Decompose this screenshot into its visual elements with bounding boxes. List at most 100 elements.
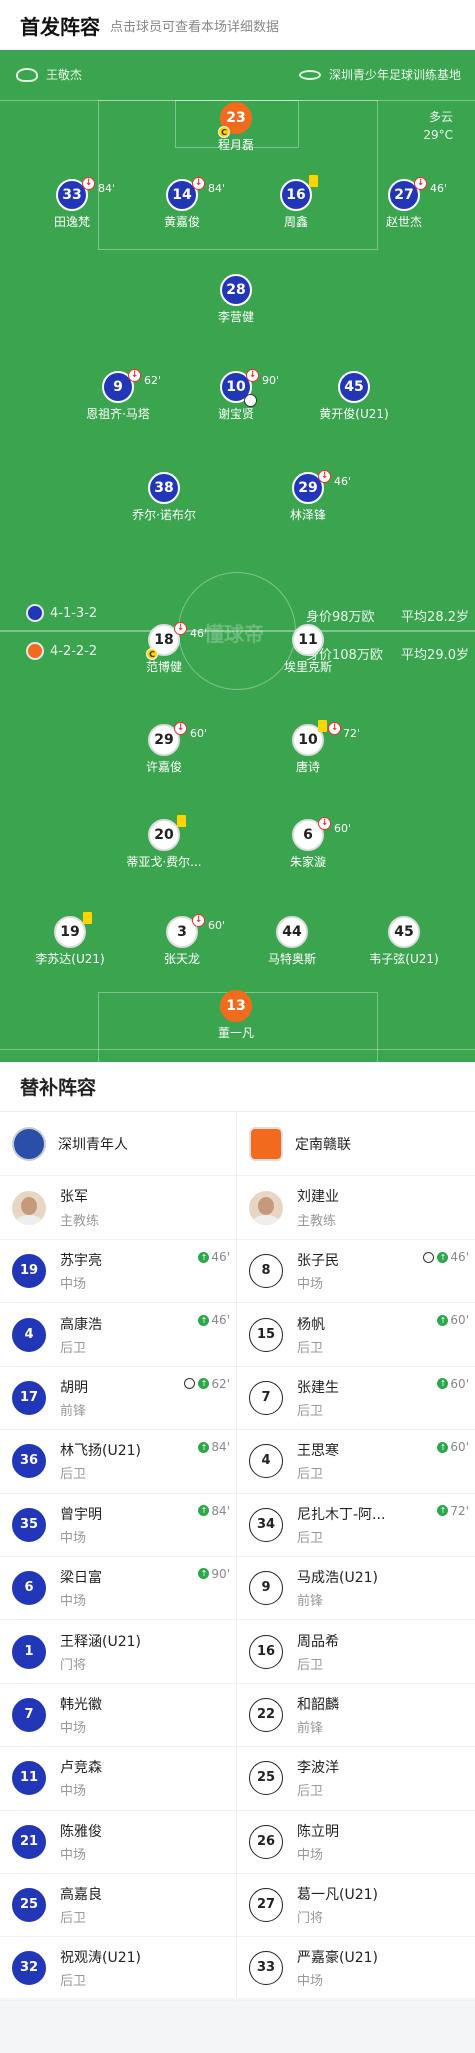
whistle-icon [16, 67, 38, 82]
away-player[interactable]: 11 埃里克斯 [258, 624, 358, 675]
away-player[interactable]: 10 ↓ 72' 唐诗 [258, 720, 360, 775]
player-number-text: 23 [226, 110, 246, 126]
referee: 王敬杰 [16, 66, 82, 83]
sub-row[interactable]: 33 严嘉豪(U21) 中场 [237, 1937, 475, 2001]
sub-position: 后卫 [60, 1467, 87, 1483]
away-player[interactable]: 20 蒂亚戈·费尔... [114, 815, 214, 870]
sub-number: 4 [249, 1444, 283, 1479]
home-player[interactable]: 33 ↓ 84' 田逸梵 [22, 177, 122, 230]
away-player[interactable]: 29 ↓ 60' 许嘉俊 [114, 722, 214, 775]
player-name: 李营健 [217, 310, 254, 324]
sub-row[interactable]: 22 和韶麟 前锋 [237, 1684, 475, 1748]
sub-name: 卢竞森 [60, 1760, 102, 1777]
sub-row[interactable]: 9 马成浩(U21) 前锋 [237, 1557, 475, 1621]
sub-out-icon: ↓ [82, 177, 95, 190]
sub-row[interactable]: 15 杨帆 后卫 ↑ 60' [237, 1303, 475, 1367]
sub-row[interactable]: 4 王思寒 后卫 ↑ 60' [237, 1430, 475, 1494]
player-number: 16 [280, 175, 318, 211]
sub-position: 中场 [60, 1847, 87, 1863]
lineup-header: 首发阵容 点击球员可查看本场详细数据 [0, 0, 475, 50]
home-player[interactable]: 9 ↓ 62' 恩祖齐·马塔 [68, 369, 168, 422]
sub-position: 中场 [60, 1784, 87, 1800]
away-player[interactable]: 19 李苏达(U21) [20, 912, 120, 967]
sub-row[interactable]: 11 卢竞森 中场 [0, 1747, 236, 1811]
sub-row[interactable]: 36 林飞扬(U21) 后卫 ↑ 84' [0, 1430, 236, 1494]
sub-row[interactable]: 4 高康浩 后卫 ↑ 46' [0, 1303, 236, 1367]
sub-row[interactable]: 7 张建生 后卫 ↑ 60' [237, 1367, 475, 1431]
player-name: 谢宝贤 [217, 407, 254, 421]
sub-row[interactable]: 1 王释涵(U21) 门将 [0, 1620, 236, 1684]
home-player[interactable]: 45 黄开俊(U21) [304, 371, 404, 422]
yellow-card-icon [83, 912, 92, 924]
sub-row[interactable]: 8 张子民 中场 ↑ 46' [237, 1240, 475, 1304]
player-number-text: 28 [226, 282, 246, 298]
sub-position: 后卫 [297, 1530, 324, 1546]
sub-in-time: 60' [450, 1376, 469, 1391]
player-number: 45 [388, 916, 420, 948]
sub-in-time: 90' [211, 1566, 230, 1581]
away-team-row[interactable]: 定南赣联 [237, 1112, 475, 1176]
sub-row[interactable]: 6 梁日富 中场 ↑ 90' [0, 1557, 236, 1621]
sub-row[interactable]: 27 葛一凡(U21) 门将 [237, 1874, 475, 1938]
sub-row[interactable]: 26 陈立明 中场 [237, 1811, 475, 1874]
home-player[interactable]: 16 周鑫 [246, 175, 346, 230]
sub-row[interactable]: 17 胡明 前锋 ↑ 62' [0, 1367, 236, 1431]
away-player[interactable]: 18 ↓ 46' C 范博健 [114, 622, 214, 675]
away-player[interactable]: 13 董一凡 [186, 990, 286, 1041]
sub-row[interactable]: 7 韩光徽 中场 [0, 1684, 236, 1748]
sub-row[interactable]: 25 李波洋 后卫 [237, 1747, 475, 1811]
player-name: 田逸梵 [53, 215, 90, 229]
sub-in-info: ↑ 60' [437, 1440, 469, 1454]
yellow-card-icon [318, 720, 327, 732]
sub-position: 后卫 [60, 1974, 87, 1990]
sub-name: 苏宇亮 [60, 1253, 102, 1270]
sub-number: 1 [12, 1634, 46, 1669]
away-player[interactable]: 44 马特奥斯 [242, 916, 342, 967]
sub-out-icon: ↓ [246, 369, 259, 382]
home-coach[interactable]: 张军 主教练 [0, 1176, 236, 1240]
sub-row[interactable]: 35 曾宇明 中场 ↑ 84' [0, 1494, 236, 1557]
home-player[interactable]: 14 ↓ 84' 黄嘉俊 [132, 177, 232, 230]
home-team-row[interactable]: 深圳青年人 [0, 1112, 236, 1176]
sub-name: 高嘉良 [60, 1887, 102, 1904]
sub-row[interactable]: 21 陈雅俊 中场 [0, 1811, 236, 1874]
sub-in-time: 60' [450, 1440, 469, 1455]
away-team-stats: 4-2-2-2 身价108万欧 平均29.0岁 [0, 640, 475, 664]
sub-row[interactable]: 16 周品希 后卫 [237, 1620, 475, 1684]
home-player[interactable]: 28 李营健 [186, 274, 286, 325]
home-player[interactable]: 10 ↓ 90' 谢宝贤 [186, 369, 286, 422]
sub-in-info: ↑ 72' [437, 1504, 469, 1518]
player-number: 18 ↓ 46' C [146, 622, 207, 660]
away-player[interactable]: 45 韦子弦(U21) [354, 916, 454, 967]
player-name: 唐诗 [295, 760, 320, 774]
sub-row[interactable]: 34 尼扎木丁-阿... 后卫 ↑ 72' [237, 1494, 475, 1557]
home-player[interactable]: 29 ↓ 46' 林泽锋 [258, 470, 358, 523]
sub-row[interactable]: 32 祝观涛(U21) 后卫 [0, 1937, 236, 2001]
player-number-text: 20 [154, 827, 174, 843]
away-formation: 4-2-2-2 [50, 644, 98, 659]
sub-out-icon: ↓ [318, 817, 331, 830]
sub-out-icon: ↓ [414, 177, 427, 190]
player-name: 程月磊 [217, 138, 254, 152]
away-coach[interactable]: 刘建业 主教练 [237, 1176, 475, 1240]
away-player[interactable]: 3 ↓ 60' 张天龙 [132, 914, 232, 967]
sub-position: 中场 [297, 1277, 324, 1293]
home-player[interactable]: 23 C 程月磊 [186, 102, 286, 153]
sub-in-time: 46' [211, 1313, 230, 1328]
sub-name: 胡明 [60, 1379, 88, 1396]
home-player[interactable]: 38 乔尔·诺布尔 [114, 472, 214, 523]
sub-row[interactable]: 25 高嘉良 后卫 [0, 1874, 236, 1938]
sub-position: 中场 [60, 1277, 87, 1293]
sub-number: 21 [12, 1824, 46, 1859]
captain-icon: C [218, 126, 230, 138]
away-player[interactable]: 6 ↓ 60' 朱家漩 [258, 817, 358, 870]
player-number-text: 14 [172, 187, 192, 203]
home-player[interactable]: 27 ↓ 46' 赵世杰 [354, 177, 454, 230]
home-market-value: 身价98万欧 [306, 610, 375, 625]
sub-row[interactable]: 19 苏宇亮 中场 ↑ 46' [0, 1240, 236, 1304]
sub-position: 门将 [297, 1911, 324, 1927]
sub-name: 祝观涛(U21) [60, 1950, 141, 1967]
sub-position: 中场 [297, 1974, 324, 1990]
player-name: 董一凡 [217, 1026, 254, 1040]
sub-out-icon: ↓ [318, 470, 331, 483]
